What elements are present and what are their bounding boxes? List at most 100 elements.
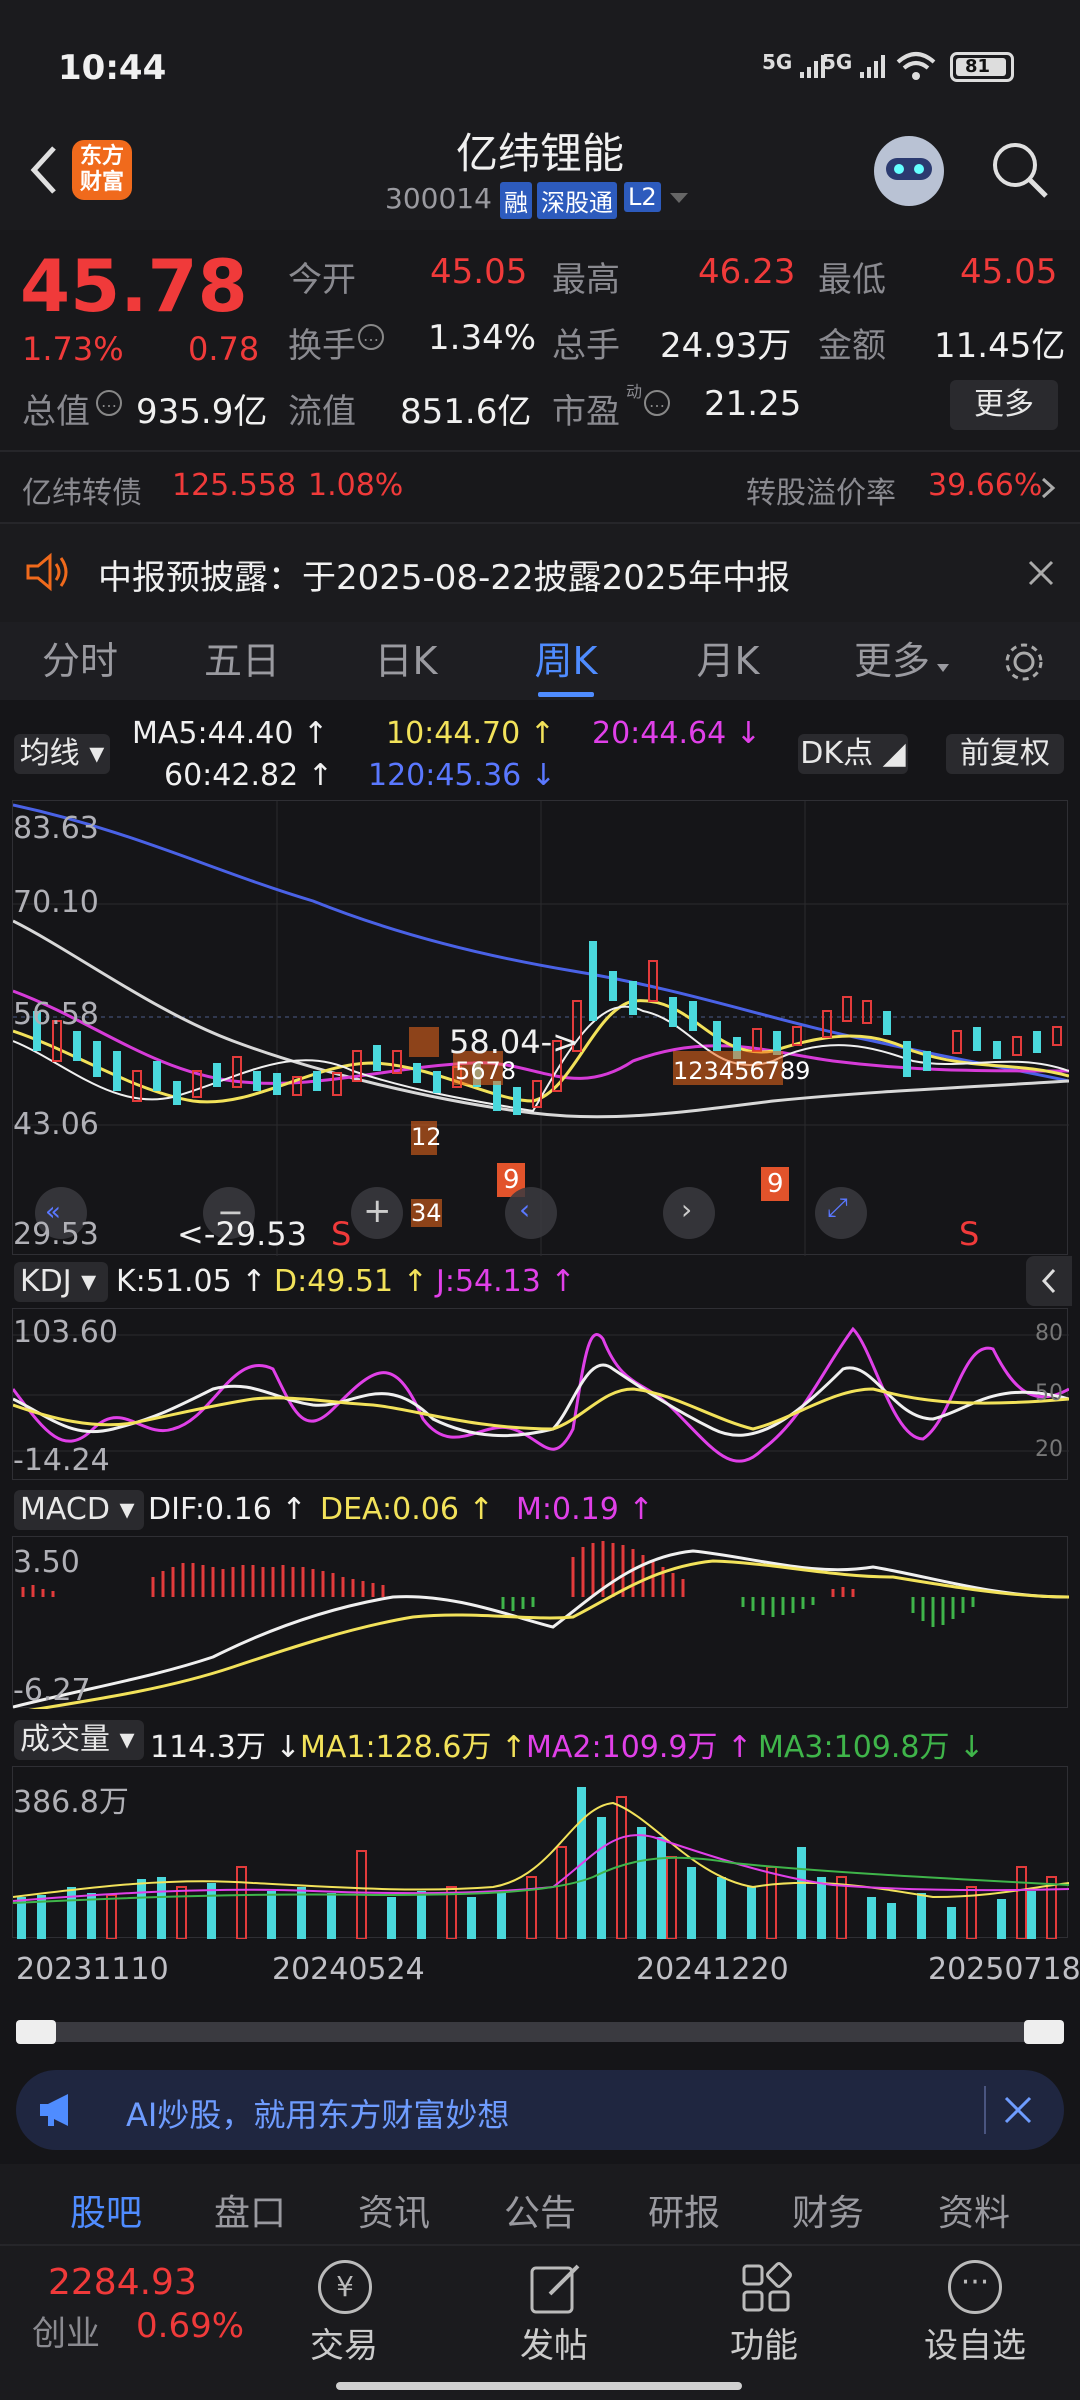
volume-svg bbox=[13, 1787, 1069, 1939]
tab-research[interactable]: 研报 bbox=[614, 2184, 754, 2236]
ma-legend: 均线 ▾ MA5:44.40 ↑ 10:44.70 ↑ 20:44.64 ↓ 6… bbox=[0, 700, 1080, 800]
volume-ma1: MA1:128.6万 ↑ bbox=[300, 1730, 527, 1765]
kdj-legend: KDJ ▾ K:51.05 ↑ D:49.51 ↑ J:54.13 ↑ bbox=[0, 1256, 1080, 1308]
notice-text: 中报预披露：于2025-08-22披露2025年中报 bbox=[98, 558, 791, 598]
info-tabs: 股吧 盘口 资讯 公告 研报 财务 资料 bbox=[0, 2164, 1080, 2244]
signal-icon-2 bbox=[858, 52, 890, 84]
tab-announcements[interactable]: 公告 bbox=[470, 2184, 610, 2236]
ma-selector[interactable]: 均线 ▾ bbox=[14, 734, 110, 774]
volume-ma3-text: MA3:109.8万 bbox=[758, 1730, 950, 1765]
tab-daily-k[interactable]: 日K bbox=[346, 622, 466, 700]
close-icon[interactable] bbox=[1002, 2094, 1034, 2130]
post-label[interactable]: 发帖 bbox=[520, 2318, 588, 2367]
volume-value: 24.93万 bbox=[660, 326, 792, 366]
kdj-ref-50: 50 bbox=[1035, 1381, 1063, 1406]
volume-selector[interactable]: 成交量 ▾ bbox=[14, 1720, 144, 1760]
gear-icon[interactable] bbox=[1000, 638, 1048, 690]
macd-chart[interactable]: 3.50 -6.27 bbox=[12, 1536, 1069, 1709]
trade-label[interactable]: 交易 bbox=[310, 2318, 378, 2367]
scroll-forward-icon[interactable]: › bbox=[681, 1193, 692, 1226]
turnover-label: 换手 bbox=[288, 326, 356, 366]
macd-dea: DEA:0.06 ↑ bbox=[320, 1492, 494, 1527]
more-button[interactable]: 更多 bbox=[950, 380, 1058, 430]
range-slider[interactable] bbox=[16, 2020, 1064, 2044]
high-label: 最高 bbox=[552, 260, 620, 300]
date-label-3: 20241220 bbox=[636, 1952, 789, 1987]
notice-banner[interactable]: 中报预披露：于2025-08-22披露2025年中报 bbox=[0, 524, 1080, 622]
trade-icon[interactable]: ¥ bbox=[318, 2260, 372, 2314]
zoom-out-icon[interactable]: − bbox=[217, 1193, 244, 1231]
index-value[interactable]: 2284.93 bbox=[48, 2262, 197, 2303]
robot-assistant-icon[interactable] bbox=[874, 136, 944, 206]
more-dots-icon[interactable]: ··· bbox=[948, 2260, 1002, 2314]
nine-turn-seq-2: 5678 bbox=[455, 1057, 517, 1085]
tab-intraday[interactable]: 分时 bbox=[20, 622, 140, 700]
tab-more[interactable]: 更多 bbox=[832, 622, 952, 700]
status-time: 10:44 bbox=[58, 48, 167, 88]
function-label[interactable]: 功能 bbox=[730, 2318, 798, 2367]
chevron-down-icon[interactable] bbox=[668, 190, 690, 209]
kline-chart[interactable]: 83.63 70.10 56.58 43.06 29.53 58.04-> <-… bbox=[12, 800, 1069, 1256]
kdj-y-top: 103.60 bbox=[13, 1315, 118, 1350]
close-icon[interactable] bbox=[1026, 558, 1056, 592]
index-pct: 0.69% bbox=[136, 2306, 245, 2346]
edit-icon[interactable] bbox=[528, 2260, 584, 2320]
tab-five-day[interactable]: 五日 bbox=[182, 622, 302, 700]
kdj-d: D:49.51 ↑ bbox=[274, 1264, 428, 1299]
active-tab-indicator bbox=[538, 692, 594, 697]
tab-monthly-k[interactable]: 月K bbox=[668, 622, 788, 700]
tab-weekly-k[interactable]: 周K bbox=[506, 622, 626, 700]
sell-marker-1: S bbox=[331, 1215, 352, 1253]
range-handle-left[interactable] bbox=[16, 2020, 56, 2044]
high-value: 46.23 bbox=[698, 252, 796, 292]
change-amount: 0.78 bbox=[188, 330, 260, 368]
dk-point-button[interactable]: DK点 ◢ bbox=[798, 734, 908, 774]
caret-down-icon bbox=[936, 658, 950, 677]
scroll-back-icon[interactable]: ‹ bbox=[519, 1193, 530, 1226]
ma120-value: 120:45.36 ↓ bbox=[368, 758, 556, 793]
ai-banner[interactable]: AI炒股，就用东方财富妙想 bbox=[16, 2070, 1064, 2150]
volume-ma1-text: MA1:128.6万 bbox=[300, 1730, 492, 1765]
amount-label: 金额 bbox=[818, 326, 886, 366]
turnover-value: 1.34% bbox=[428, 318, 537, 358]
open-value: 45.05 bbox=[430, 252, 528, 292]
premium-label: 转股溢价率 bbox=[746, 476, 896, 511]
ma60-text: 60:42.82 bbox=[164, 758, 299, 793]
ma60-value: 60:42.82 ↑ bbox=[164, 758, 333, 793]
kdj-selector[interactable]: KDJ ▾ bbox=[14, 1262, 108, 1302]
ma20-text: 20:44.64 bbox=[592, 716, 727, 751]
margin-badge: 融 bbox=[500, 182, 532, 219]
info-icon[interactable]: … bbox=[644, 390, 670, 416]
macd-m: M:0.19 ↑ bbox=[516, 1492, 654, 1527]
zoom-in-icon[interactable]: + bbox=[363, 1191, 392, 1231]
tab-finance[interactable]: 财务 bbox=[758, 2184, 898, 2236]
watchlist-label[interactable]: 设自选 bbox=[924, 2318, 1026, 2367]
nine-turn-seq-4: 123456789 bbox=[673, 1057, 811, 1085]
search-icon[interactable] bbox=[988, 138, 1052, 206]
scroll-left-icon[interactable]: « bbox=[45, 1197, 61, 1227]
range-handle-right[interactable] bbox=[1024, 2020, 1064, 2044]
volume-ma2-text: MA2:109.9万 bbox=[526, 1730, 718, 1765]
date-label-2: 20240524 bbox=[272, 1952, 425, 1987]
info-icon[interactable]: … bbox=[358, 324, 384, 350]
bottom-nav: 2284.93 创业 0.69% ¥ 交易 发帖 功能 ··· 设自选 bbox=[0, 2244, 1080, 2400]
convertible-bond-row[interactable]: 亿纬转债 125.558 1.08% 转股溢价率 39.66% bbox=[0, 452, 1080, 520]
kdj-chart[interactable]: 103.60 -14.24 80 50 20 bbox=[12, 1308, 1069, 1480]
ma20-value: 20:44.64 ↓ bbox=[592, 716, 761, 751]
sell-marker-2: S bbox=[959, 1215, 980, 1253]
nine-marker-1: 9 bbox=[503, 1165, 520, 1195]
tab-pankou[interactable]: 盘口 bbox=[180, 2184, 320, 2236]
collapse-panel-icon[interactable] bbox=[1026, 1256, 1072, 1306]
tab-guba[interactable]: 股吧 bbox=[36, 2184, 176, 2236]
adjust-button[interactable]: 前复权 bbox=[946, 734, 1064, 774]
grid-icon[interactable] bbox=[740, 2262, 792, 2318]
chart-period-tabs: 分时 五日 日K 周K 月K 更多 bbox=[0, 622, 1080, 700]
info-icon[interactable]: … bbox=[96, 390, 122, 416]
tab-news[interactable]: 资讯 bbox=[324, 2184, 464, 2236]
battery-icon: 81 bbox=[950, 52, 1014, 82]
macd-selector[interactable]: MACD ▾ bbox=[14, 1490, 144, 1530]
fullscreen-icon[interactable]: ⤢ bbox=[827, 1193, 848, 1224]
volume-chart[interactable]: 386.8万 bbox=[12, 1766, 1069, 1939]
tab-profile[interactable]: 资料 bbox=[904, 2184, 1044, 2236]
kdj-j-text: J:54.13 bbox=[436, 1264, 541, 1299]
